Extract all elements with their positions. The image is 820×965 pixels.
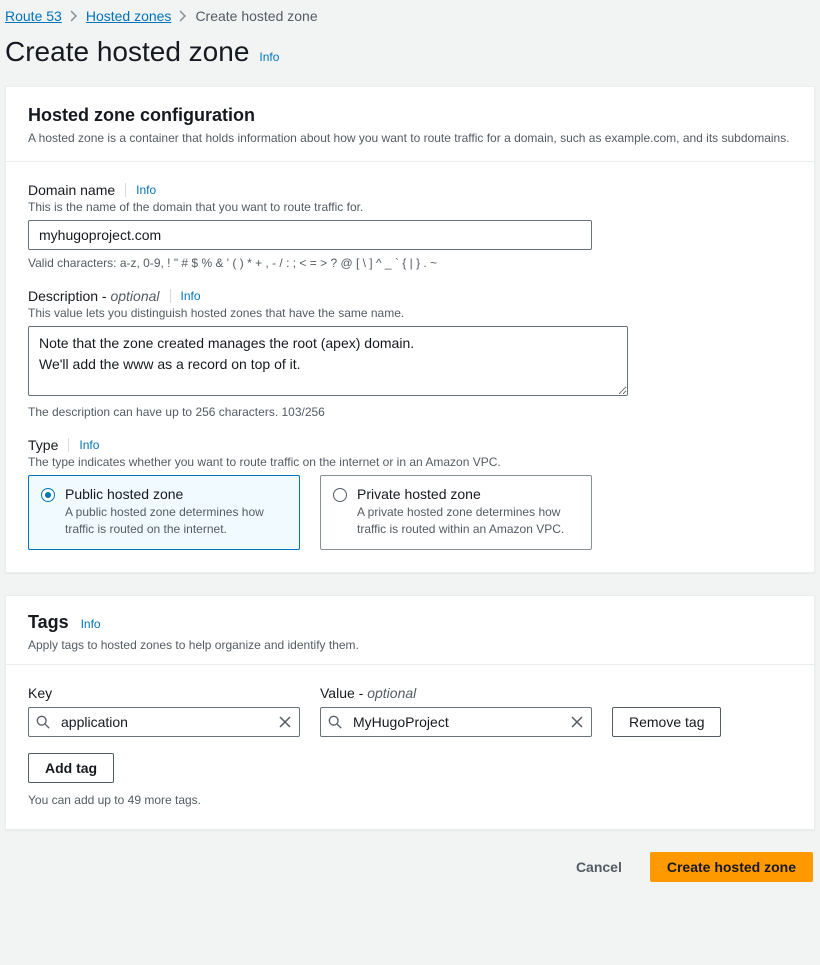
description-textarea[interactable]: [28, 326, 628, 396]
cancel-button[interactable]: Cancel: [560, 852, 638, 882]
clear-icon[interactable]: [568, 713, 586, 731]
label-description: Description - optional: [28, 288, 160, 304]
radio-indicator-icon: [41, 488, 55, 502]
create-hosted-zone-button[interactable]: Create hosted zone: [650, 852, 813, 882]
panel-desc-tags: Apply tags to hosted zones to help organ…: [28, 637, 792, 654]
tag-key-input[interactable]: [28, 707, 300, 737]
label-tag-key: Key: [28, 685, 300, 701]
panel-title-config: Hosted zone configuration: [28, 105, 792, 126]
help-type: The type indicates whether you want to r…: [28, 455, 628, 469]
breadcrumb: Route 53 Hosted zones Create hosted zone: [5, 4, 815, 36]
radio-indicator-icon: [333, 488, 347, 502]
chevron-right-icon: [70, 10, 78, 22]
search-icon: [36, 715, 50, 729]
radio-public-hosted-zone[interactable]: Public hosted zone A public hosted zone …: [28, 475, 300, 551]
radio-desc-public: A public hosted zone determines how traf…: [65, 504, 287, 538]
help-domain: This is the name of the domain that you …: [28, 200, 628, 214]
panel-hosted-zone-configuration: Hosted zone configuration A hosted zone …: [5, 86, 815, 573]
info-link-type[interactable]: Info: [79, 438, 99, 452]
info-link-tags[interactable]: Info: [81, 617, 101, 631]
breadcrumb-link-route53[interactable]: Route 53: [5, 8, 62, 24]
domain-name-input[interactable]: [28, 220, 592, 250]
label-tag-value: Value - optional: [320, 685, 592, 701]
help-description: This value lets you distinguish hosted z…: [28, 306, 628, 320]
add-tag-button[interactable]: Add tag: [28, 753, 114, 783]
hint-valid-chars: Valid characters: a-z, 0-9, ! " # $ % & …: [28, 256, 628, 270]
info-link-description[interactable]: Info: [181, 289, 201, 303]
breadcrumb-current: Create hosted zone: [195, 8, 317, 24]
info-link-title[interactable]: Info: [259, 50, 279, 64]
divider: [68, 438, 69, 452]
radio-title-private: Private hosted zone: [357, 486, 579, 502]
panel-desc-config: A hosted zone is a container that holds …: [28, 130, 792, 147]
tag-value-input[interactable]: [320, 707, 592, 737]
clear-icon[interactable]: [276, 713, 294, 731]
radio-desc-private: A private hosted zone determines how tra…: [357, 504, 579, 538]
hint-description-limit: The description can have up to 256 chara…: [28, 405, 628, 419]
radio-title-public: Public hosted zone: [65, 486, 287, 502]
search-icon: [328, 715, 342, 729]
hint-tag-limit: You can add up to 49 more tags.: [28, 793, 792, 807]
divider: [125, 183, 126, 197]
label-type: Type: [28, 437, 58, 453]
page-title: Create hosted zone: [5, 36, 249, 68]
divider: [170, 289, 171, 303]
breadcrumb-link-hosted-zones[interactable]: Hosted zones: [86, 8, 172, 24]
label-domain-name: Domain name: [28, 182, 115, 198]
panel-tags: Tags Info Apply tags to hosted zones to …: [5, 595, 815, 830]
panel-title-tags: Tags: [28, 612, 69, 633]
radio-private-hosted-zone[interactable]: Private hosted zone A private hosted zon…: [320, 475, 592, 551]
info-link-domain[interactable]: Info: [136, 183, 156, 197]
remove-tag-button[interactable]: Remove tag: [612, 707, 721, 737]
chevron-right-icon: [179, 10, 187, 22]
